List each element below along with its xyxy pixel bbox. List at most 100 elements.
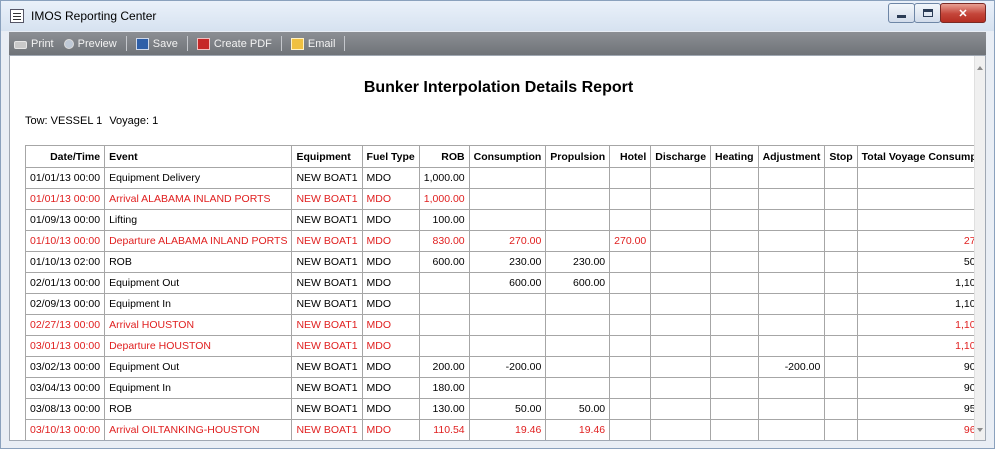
table-cell: 50.00 — [468, 398, 547, 420]
table-cell — [710, 167, 759, 189]
table-cell: MDO — [361, 188, 420, 210]
table-cell: Equipment Out — [104, 272, 293, 294]
print-button[interactable]: Print — [9, 32, 59, 55]
table-cell — [468, 335, 547, 357]
table-cell: NEW BOAT1 — [291, 230, 363, 252]
table-cell — [468, 314, 547, 336]
table-cell — [609, 377, 652, 399]
table-cell — [824, 398, 858, 420]
table-cell: 270.00 — [609, 230, 652, 252]
table-cell — [824, 293, 858, 315]
table-cell: MDO — [361, 293, 420, 315]
table-cell: NEW BOAT1 — [291, 398, 363, 420]
table-cell: NEW BOAT1 — [291, 335, 363, 357]
create-pdf-button[interactable]: Create PDF — [192, 32, 277, 55]
table-cell: -200.00 — [468, 356, 547, 378]
close-button[interactable]: ✕ — [940, 3, 986, 23]
table-cell: 500.00 — [856, 251, 985, 273]
table-cell: ROB — [104, 398, 293, 420]
table-row: 01/09/13 00:00 Lifting NEW BOAT1 MDO 100.00 — [24, 209, 985, 231]
table-cell — [609, 251, 652, 273]
table-cell — [650, 209, 712, 231]
table-cell: 1,100.00 — [856, 293, 985, 315]
table-cell: 900.00 — [856, 377, 985, 399]
table-row: 02/27/13 00:00 Arrival HOUSTON NEW BOAT1 MD… — [24, 314, 985, 336]
table-cell: 900.00 — [856, 356, 985, 378]
pdf-icon — [196, 37, 210, 50]
table-cell — [856, 209, 985, 231]
table-cell — [468, 188, 547, 210]
table-cell: MDO — [361, 419, 420, 440]
column-header: Propulsion — [545, 145, 611, 168]
table-cell: 969.46 — [856, 419, 985, 440]
table-cell — [418, 272, 470, 294]
printer-icon — [14, 41, 27, 49]
table-cell — [824, 272, 858, 294]
email-label: Email — [307, 37, 336, 50]
table-cell — [757, 335, 826, 357]
column-header: Discharge — [650, 145, 712, 168]
table-cell: 03/10/13 00:00 — [24, 419, 106, 440]
table-row: 03/01/13 00:00 Departure HOUSTON NEW BOAT1… — [24, 335, 985, 357]
table-cell — [757, 272, 826, 294]
report-viewer[interactable]: Bunker Interpolation Details Report Tow:… — [9, 55, 986, 441]
app-icon — [10, 9, 24, 23]
table-cell — [757, 398, 826, 420]
app-window: IMOS Reporting Center ✕ Print Preview Sa… — [0, 0, 995, 449]
table-cell — [710, 356, 759, 378]
scroll-up-arrow-icon[interactable] — [977, 66, 983, 70]
table-cell — [856, 188, 985, 210]
email-button[interactable]: Email — [286, 32, 341, 55]
vertical-scrollbar[interactable] — [974, 56, 985, 440]
table-cell: NEW BOAT1 — [291, 272, 363, 294]
table-cell — [650, 398, 712, 420]
table-cell: 600.00 — [468, 272, 547, 294]
table-cell — [650, 188, 712, 210]
save-button[interactable]: Save — [131, 32, 183, 55]
table-cell: 830.00 — [418, 230, 470, 252]
preview-button[interactable]: Preview — [59, 32, 122, 55]
table-cell — [710, 251, 759, 273]
table-cell — [545, 188, 611, 210]
table-row: 01/01/13 00:00 Arrival ALABAMA INLAND POR… — [24, 188, 985, 210]
table-cell: 200.00 — [418, 356, 470, 378]
maximize-button[interactable] — [914, 3, 941, 23]
table-cell: NEW BOAT1 — [291, 293, 363, 315]
table-cell — [545, 209, 611, 231]
table-cell — [650, 230, 712, 252]
table-cell: NEW BOAT1 — [291, 356, 363, 378]
table-cell: MDO — [361, 272, 420, 294]
table-cell — [710, 272, 759, 294]
table-cell: 01/01/13 00:00 — [24, 167, 106, 189]
table-cell — [757, 377, 826, 399]
table-cell: Arrival OILTANKING-HOUSTON — [104, 419, 293, 440]
table-cell: 19.46 — [545, 419, 611, 440]
table-cell: NEW BOAT1 — [291, 188, 363, 210]
table-cell — [545, 167, 611, 189]
table-cell — [710, 314, 759, 336]
scroll-down-arrow-icon[interactable] — [977, 428, 983, 432]
table-row: 02/01/13 00:00 Equipment Out NEW BOAT1 MDO 6… — [24, 272, 985, 294]
column-header: Heating — [710, 145, 759, 168]
table-cell — [609, 293, 652, 315]
table-cell — [650, 293, 712, 315]
toolbar-separator — [125, 36, 127, 51]
table-cell: 230.00 — [468, 251, 547, 273]
table-cell — [650, 356, 712, 378]
table-cell — [545, 293, 611, 315]
minimize-button[interactable] — [888, 3, 915, 23]
voyage-label: Voyage: 1 — [109, 115, 159, 127]
table-cell: NEW BOAT1 — [291, 419, 363, 440]
table-cell — [650, 377, 712, 399]
table-cell: 270.00 — [856, 230, 985, 252]
table-cell — [710, 335, 759, 357]
table-cell — [710, 293, 759, 315]
table-cell: MDO — [361, 230, 420, 252]
table-cell: 1,100.00 — [856, 335, 985, 357]
table-row: 01/10/13 02:00 ROB NEW BOAT1 MDO 600.00 230.0… — [24, 251, 985, 273]
table-cell — [824, 356, 858, 378]
title-bar[interactable]: IMOS Reporting Center ✕ — [1, 1, 994, 31]
table-cell — [418, 314, 470, 336]
table-cell: MDO — [361, 251, 420, 273]
toolbar: Print Preview Save Create PDF Email — [9, 32, 986, 55]
